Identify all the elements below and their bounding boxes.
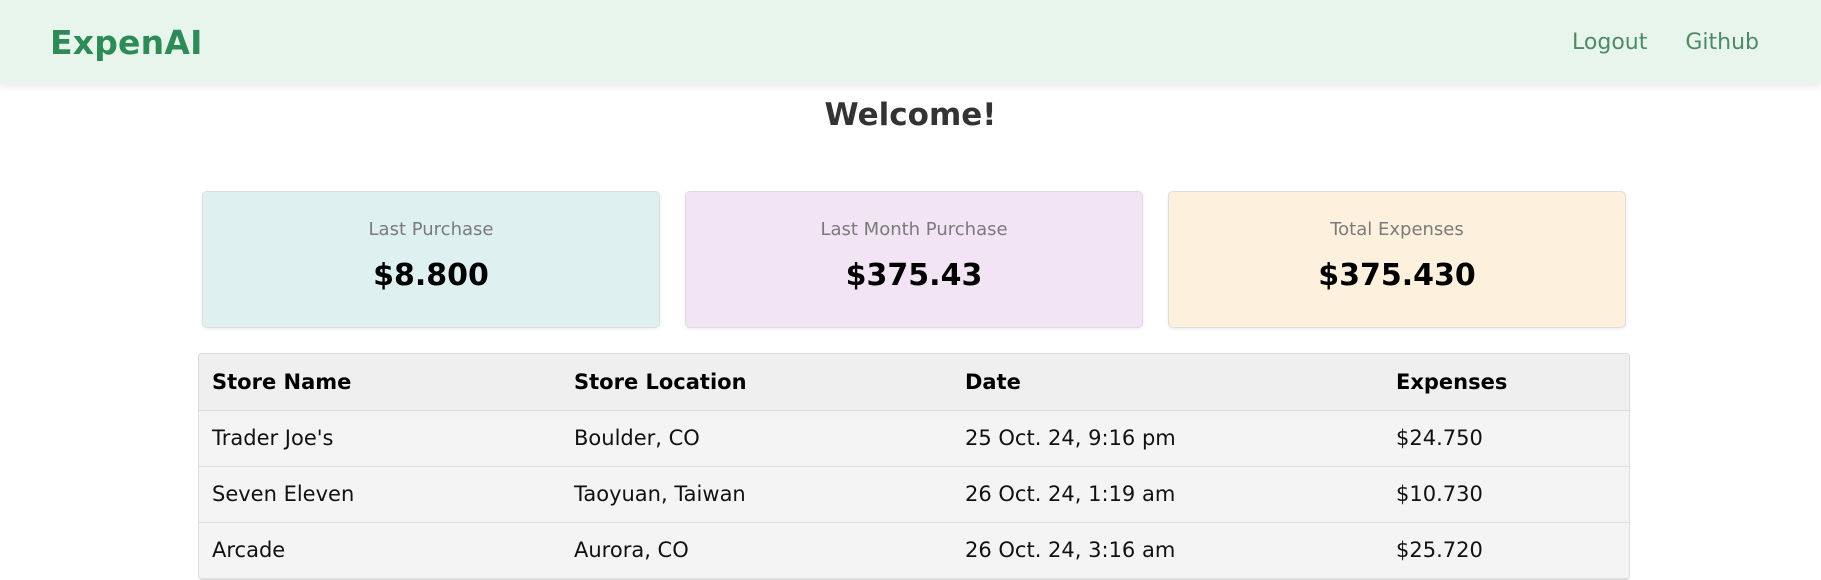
store-location-cell: Aurora, CO: [561, 522, 952, 579]
expenses-cell: $25.720: [1383, 522, 1629, 579]
store-name-cell: Arcade: [199, 522, 561, 579]
store-location-cell: Taoyuan, Taiwan: [561, 466, 952, 523]
column-header-date: Date: [952, 354, 1383, 411]
store-name-cell: Trader Joe's: [199, 410, 561, 467]
date-cell: 26 Oct. 24, 1:19 am: [952, 466, 1383, 523]
last-month-purchase-card: Last Month Purchase $375.43: [685, 191, 1143, 328]
navbar: ExpenAI Logout Github: [0, 0, 1821, 84]
card-title: Last Month Purchase: [820, 219, 1008, 240]
table-row[interactable]: Trader Joe's Boulder, CO 25 Oct. 24, 9:1…: [199, 410, 1629, 467]
column-header-store-location: Store Location: [561, 354, 952, 411]
card-title: Total Expenses: [1330, 219, 1464, 240]
store-location-cell: Boulder, CO: [561, 410, 952, 467]
nav-links: Logout Github: [1572, 30, 1759, 55]
github-link[interactable]: Github: [1685, 30, 1759, 55]
card-value: $8.800: [373, 258, 489, 293]
store-name-cell: Seven Eleven: [199, 466, 561, 523]
expenses-cell: $24.750: [1383, 410, 1629, 467]
card-title: Last Purchase: [368, 219, 494, 240]
last-purchase-card: Last Purchase $8.800: [202, 191, 660, 328]
total-expenses-card: Total Expenses $375.430: [1168, 191, 1626, 328]
expenses-table: Store Name Store Location Date Expenses …: [198, 353, 1630, 580]
date-cell: 26 Oct. 24, 3:16 am: [952, 522, 1383, 579]
table-row[interactable]: Seven Eleven Taoyuan, Taiwan 26 Oct. 24,…: [199, 466, 1629, 523]
column-header-store-name: Store Name: [199, 354, 561, 411]
column-header-expenses: Expenses: [1383, 354, 1629, 411]
welcome-heading: Welcome!: [824, 97, 997, 133]
card-value: $375.43: [845, 258, 983, 293]
summary-cards: Last Purchase $8.800 Last Month Purchase…: [202, 191, 1626, 328]
table-row[interactable]: Arcade Aurora, CO 26 Oct. 24, 3:16 am $2…: [199, 522, 1629, 579]
expenses-cell: $10.730: [1383, 466, 1629, 523]
date-cell: 25 Oct. 24, 9:16 pm: [952, 410, 1383, 467]
table-header-row: Store Name Store Location Date Expenses: [199, 354, 1629, 411]
card-value: $375.430: [1318, 258, 1476, 293]
logout-link[interactable]: Logout: [1572, 30, 1647, 55]
brand-logo[interactable]: ExpenAI: [50, 23, 203, 62]
